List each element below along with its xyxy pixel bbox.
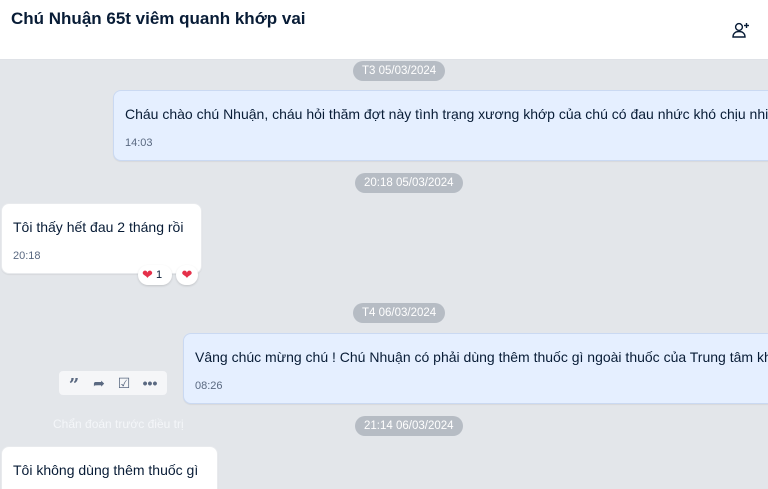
heart-icon: ❤ — [181, 267, 193, 282]
hover-label: Chẩn đoán trước điều trị — [53, 417, 184, 431]
incoming-message[interactable]: Tôi không dùng thêm thuốc gì — [1, 446, 218, 489]
reaction-count: 1 — [155, 269, 163, 281]
outgoing-message[interactable]: Cháu chào chú Nhuận, cháu hỏi thăm đợt n… — [113, 90, 768, 161]
conversation-title: Chú Nhuận 65t viêm quanh khớp vai — [11, 9, 306, 28]
message-actions-toolbar: ” ➦ ☑ ••• — [59, 371, 167, 396]
incoming-message[interactable]: Tôi thấy hết đau 2 tháng rồi 20:18 — [1, 203, 202, 274]
task-icon[interactable]: ☑ — [113, 371, 135, 395]
date-separator: T3 05/03/2024 — [353, 61, 446, 81]
date-separator: 20:18 05/03/2024 — [355, 173, 463, 193]
message-text: Tôi không dùng thêm thuốc gì — [13, 462, 199, 478]
message-list[interactable]: T3 05/03/2024 Cháu chào chú Nhuận, cháu … — [0, 61, 768, 489]
heart-icon: ❤ — [142, 267, 153, 282]
add-member-icon[interactable] — [730, 19, 752, 41]
date-separator: T4 06/03/2024 — [353, 303, 446, 323]
forward-icon[interactable]: ➦ — [88, 371, 110, 395]
react-button[interactable]: ❤ — [176, 265, 198, 285]
reaction-summary[interactable]: ❤ 1 — [138, 265, 172, 285]
outgoing-message[interactable]: Vâng chúc mừng chú ! Chú Nhuận có phải d… — [183, 333, 768, 404]
message-text: Tôi thấy hết đau 2 tháng rồi — [13, 219, 184, 235]
chat-header: Chú Nhuận 65t viêm quanh khớp vai — [0, 0, 768, 60]
message-text: Cháu chào chú Nhuận, cháu hỏi thăm đợt n… — [125, 106, 768, 122]
message-text: Vâng chúc mừng chú ! Chú Nhuận có phải d… — [195, 349, 768, 365]
more-icon[interactable]: ••• — [139, 371, 161, 395]
message-time: 14:03 — [125, 137, 153, 149]
message-time: 20:18 — [13, 250, 41, 262]
date-separator: 21:14 06/03/2024 — [355, 416, 463, 436]
quote-icon[interactable]: ” — [63, 371, 85, 396]
message-time: 08:26 — [195, 380, 223, 392]
